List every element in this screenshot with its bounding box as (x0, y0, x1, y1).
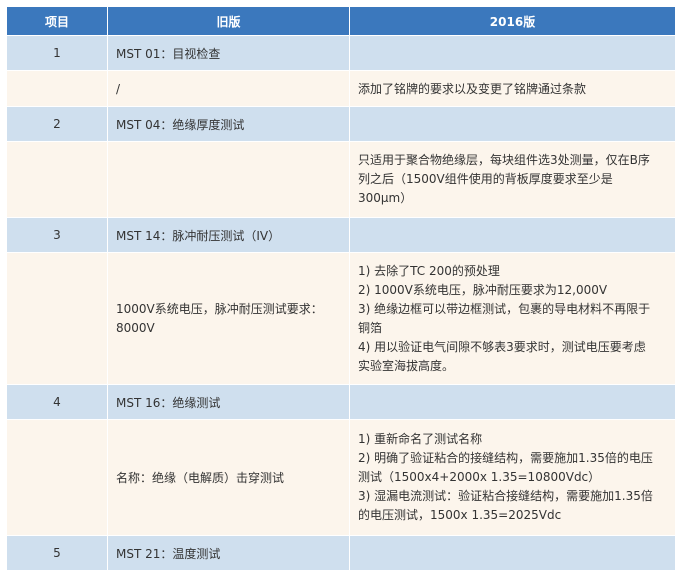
new-line: 4) 用以验证电气间隙不够表3要求时，测试电压要考虑 (358, 339, 646, 354)
header-old: 旧版 (107, 6, 350, 36)
table-row: 1000V系统电压，脉冲耐压测试要求： 8000V 1) 去除了TC 200的预… (6, 252, 676, 385)
old-cell: 1000V系统电压，脉冲耐压测试要求： 8000V (107, 252, 350, 385)
new-line: 3) 绝缘边框可以带边框测试，包裹的导电材料不再限于 (358, 301, 651, 316)
new-cell (349, 217, 676, 253)
header-2016: 2016版 (349, 6, 676, 36)
new-line: 实验室海拔高度。 (358, 358, 455, 373)
old-line: 1000V系统电压，脉冲耐压测试要求： (116, 301, 323, 316)
old-cell: / (107, 70, 350, 107)
old-cell: MST 16：绝缘测试 (107, 384, 350, 420)
new-line: 1) 重新命名了测试名称 (358, 432, 483, 446)
new-cell (349, 535, 676, 571)
new-line: 2) 明确了验证粘合的接缝结构，需要施加1.35倍的电压 (358, 451, 653, 465)
old-cell: MST 14：脉冲耐压测试（IV） (107, 217, 350, 253)
table-row: 只适用于聚合物绝缘层，每块组件选3处测量，仅在B序 列之后（1500V组件使用的… (6, 141, 676, 218)
new-line: 300μm） (358, 191, 413, 205)
new-line: 1) 去除了TC 200的预处理 (358, 263, 500, 278)
item-number: 1 (6, 35, 108, 71)
table-row: 5 MST 21：温度测试 (6, 535, 676, 571)
old-cell: 名称：绝缘（电解质）击穿测试 (107, 419, 350, 536)
old-cell (107, 141, 350, 218)
table-row: 2 MST 04：绝缘厚度测试 (6, 106, 676, 142)
table-row: / 添加了铭牌的要求以及变更了铭牌通过条款 (6, 70, 676, 107)
table-row: 1 MST 01：目视检查 (6, 35, 676, 71)
new-cell: 1) 去除了TC 200的预处理 2) 1000V系统电压，脉冲耐压要求为12,… (349, 252, 676, 385)
new-line: 的电压测试，1500x 1.35=2025Vdc (358, 508, 562, 522)
table-header-row: 项目 旧版 2016版 (6, 6, 676, 36)
old-cell: MST 04：绝缘厚度测试 (107, 106, 350, 142)
old-cell: MST 01：目视检查 (107, 35, 350, 71)
item-number (6, 70, 108, 107)
new-line: 测试（1500x4+2000x 1.35=10800Vdc） (358, 470, 601, 484)
comparison-table: 项目 旧版 2016版 1 MST 01：目视检查 / 添加了铭牌的要求以及变更… (6, 6, 676, 571)
new-cell: 1) 重新命名了测试名称 2) 明确了验证粘合的接缝结构，需要施加1.35倍的电… (349, 419, 676, 536)
table-row: 3 MST 14：脉冲耐压测试（IV） (6, 217, 676, 253)
item-number (6, 141, 108, 218)
new-cell: 添加了铭牌的要求以及变更了铭牌通过条款 (349, 70, 676, 107)
item-number: 4 (6, 384, 108, 420)
table-row: 名称：绝缘（电解质）击穿测试 1) 重新命名了测试名称 2) 明确了验证粘合的接… (6, 419, 676, 536)
new-line: 只适用于聚合物绝缘层，每块组件选3处测量，仅在B序 (358, 153, 650, 167)
old-line: 8000V (116, 320, 155, 335)
new-line: 3) 湿漏电流测试：验证粘合接缝结构，需要施加1.35倍 (358, 489, 653, 503)
new-cell (349, 35, 676, 71)
new-cell (349, 384, 676, 420)
table-row: 4 MST 16：绝缘测试 (6, 384, 676, 420)
item-number: 5 (6, 535, 108, 571)
item-number: 2 (6, 106, 108, 142)
item-number: 3 (6, 217, 108, 253)
item-number (6, 252, 108, 385)
old-cell: MST 21：温度测试 (107, 535, 350, 571)
new-line: 列之后（1500V组件使用的背板厚度要求至少是 (358, 172, 613, 186)
new-line: 2) 1000V系统电压，脉冲耐压要求为12,000V (358, 282, 608, 297)
header-item: 项目 (6, 6, 108, 36)
new-line: 铜箔 (358, 320, 383, 335)
new-cell: 只适用于聚合物绝缘层，每块组件选3处测量，仅在B序 列之后（1500V组件使用的… (349, 141, 676, 218)
item-number (6, 419, 108, 536)
new-cell (349, 106, 676, 142)
